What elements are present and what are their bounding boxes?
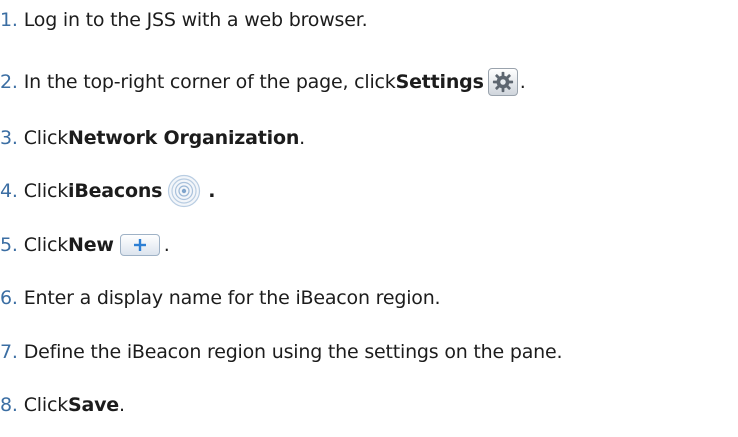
step-3: 3. Click Network Organization . xyxy=(0,123,305,153)
step-8: 8. Click Save . xyxy=(0,390,125,420)
ibeacons-label: iBeacons xyxy=(68,180,163,202)
step-number: 2. xyxy=(0,71,18,93)
step-number: 5. xyxy=(0,234,18,256)
step-text: Enter a display name for the iBeacon reg… xyxy=(23,287,441,309)
step-6: 6. Enter a display name for the iBeacon … xyxy=(0,283,441,313)
ibeacon-icon xyxy=(166,174,202,208)
settings-label: Settings xyxy=(395,71,484,93)
step-5: 5. Click New . xyxy=(0,230,170,260)
step-number: 3. xyxy=(0,127,18,149)
network-organization-label: Network Organization xyxy=(68,127,300,149)
step-number: 8. xyxy=(0,394,18,416)
step-text: Click xyxy=(23,127,69,149)
step-7: 7. Define the iBeacon region using the s… xyxy=(0,337,563,367)
step-text: Log in to the JSS with a web browser. xyxy=(23,9,368,31)
step-4: 4. Click iBeacons . xyxy=(0,174,216,208)
step-text: Click xyxy=(23,180,69,202)
step-2: 2. In the top-right corner of the page, … xyxy=(0,67,526,97)
new-label: New xyxy=(68,234,114,256)
step-number: 7. xyxy=(0,341,18,363)
save-label: Save xyxy=(68,394,119,416)
step-text: Click xyxy=(23,234,69,256)
step-number: 1. xyxy=(0,9,18,31)
step-text-end: . xyxy=(299,127,305,149)
gear-icon xyxy=(487,68,518,96)
step-text: Click xyxy=(23,394,69,416)
plus-icon xyxy=(119,234,160,256)
step-text-end: . xyxy=(119,394,125,416)
step-1: 1. Log in to the JSS with a web browser. xyxy=(0,5,368,35)
step-text: In the top-right corner of the page, cli… xyxy=(23,71,396,93)
step-number: 4. xyxy=(0,180,18,202)
step-text: Define the iBeacon region using the sett… xyxy=(23,341,563,363)
step-text-end: . xyxy=(208,180,216,202)
step-number: 6. xyxy=(0,287,18,309)
step-text-end: . xyxy=(519,71,526,93)
step-text-end: . xyxy=(163,234,170,256)
